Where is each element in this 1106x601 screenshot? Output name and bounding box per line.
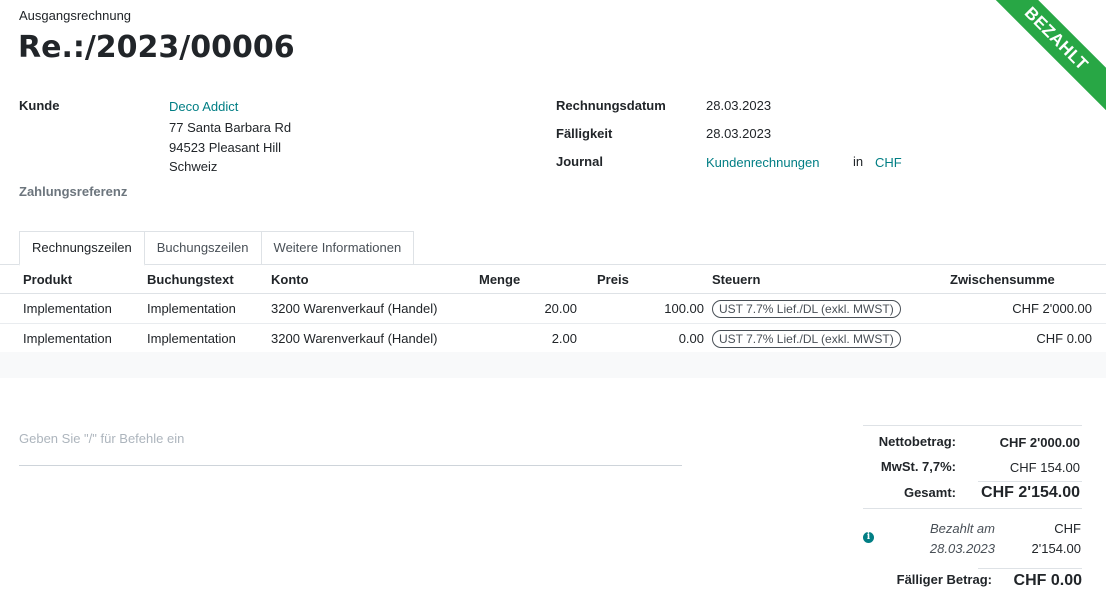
terms-note-input[interactable]: Geben Sie "/" für Befehle ein xyxy=(19,431,184,446)
invoice-date-value[interactable]: 28.03.2023 xyxy=(706,98,771,113)
column-header-taxes[interactable]: Steuern xyxy=(708,265,946,294)
cell-label: Implementation xyxy=(143,323,267,354)
column-header-subtotal[interactable]: Zwischensumme xyxy=(946,265,1106,294)
cell-product: Implementation xyxy=(0,293,143,324)
net-amount-value: CHF 2'000.00 xyxy=(999,435,1080,450)
add-line-area[interactable] xyxy=(0,352,1106,378)
tab-other-info[interactable]: Weitere Informationen xyxy=(260,231,415,264)
cell-label: Implementation xyxy=(143,293,267,324)
tax-tag: UST 7.7% Lief./DL (exkl. MWST) xyxy=(712,329,901,348)
status-ribbon-label: BEZAHLT xyxy=(974,0,1106,110)
journal-label: Journal xyxy=(556,154,603,169)
cell-taxes: UST 7.7% Lief./DL (exkl. MWST) xyxy=(708,293,946,324)
tax-tag: UST 7.7% Lief./DL (exkl. MWST) xyxy=(712,299,901,318)
cell-subtotal: CHF 2'000.00 xyxy=(946,293,1106,324)
address-line-1: 77 Santa Barbara Rd xyxy=(169,120,292,135)
total-divider xyxy=(978,481,1082,482)
currency-link[interactable]: CHF xyxy=(875,155,902,170)
due-divider xyxy=(978,568,1082,569)
table-header-row: Produkt Buchungstext Konto Menge Preis S… xyxy=(0,265,1106,294)
journal-link[interactable]: Kundenrechnungen xyxy=(706,155,820,170)
document-type: Ausgangsrechnung xyxy=(19,8,132,23)
paid-amount: 2'154.00 xyxy=(1031,541,1081,556)
column-header-account[interactable]: Konto xyxy=(267,265,475,294)
net-amount-label: Nettobetrag: xyxy=(878,434,956,449)
tab-bar: Rechnungszeilen Buchungszeilen Weitere I… xyxy=(19,231,415,266)
payment-info-icon[interactable]: i xyxy=(863,532,874,543)
total-label: Gesamt: xyxy=(903,485,956,500)
payment-reference-label: Zahlungsreferenz xyxy=(19,184,128,199)
tax-amount-label: MwSt. 7,7%: xyxy=(880,459,956,474)
customer-link[interactable]: Deco Addict xyxy=(169,99,238,114)
in-label: in xyxy=(853,154,864,169)
column-header-product[interactable]: Produkt xyxy=(0,265,143,294)
address-line-3: Schweiz xyxy=(169,159,218,174)
column-header-price[interactable]: Preis xyxy=(593,265,708,294)
table-row[interactable]: Implementation Implementation 3200 Waren… xyxy=(0,323,1106,354)
tab-journal-items[interactable]: Buchungszeilen xyxy=(143,231,262,264)
note-underline xyxy=(19,465,682,466)
due-date-label: Fälligkeit xyxy=(556,126,613,141)
cell-price: 0.00 xyxy=(593,323,708,354)
cell-product: Implementation xyxy=(0,323,143,354)
cell-account: 3200 Warenverkauf (Handel) xyxy=(267,323,475,354)
cell-quantity: 20.00 xyxy=(475,293,593,324)
due-date-value[interactable]: 28.03.2023 xyxy=(706,126,771,141)
status-ribbon: BEZAHLT xyxy=(966,0,1106,110)
column-header-quantity[interactable]: Menge xyxy=(475,265,593,294)
invoice-date-label: Rechnungsdatum xyxy=(556,98,666,113)
page-title: Re.:/2023/00006 xyxy=(18,30,295,65)
tax-amount-value: CHF 154.00 xyxy=(1009,460,1080,475)
total-value: CHF 2'154.00 xyxy=(981,484,1080,501)
amount-due-label: Fälliger Betrag: xyxy=(896,572,992,587)
cell-account: 3200 Warenverkauf (Handel) xyxy=(267,293,475,324)
tab-invoice-lines[interactable]: Rechnungszeilen xyxy=(19,231,145,266)
cell-price: 100.00 xyxy=(593,293,708,324)
table-row[interactable]: Implementation Implementation 3200 Waren… xyxy=(0,293,1106,324)
customer-label: Kunde xyxy=(19,98,60,113)
invoice-lines-table: Produkt Buchungstext Konto Menge Preis S… xyxy=(0,265,1106,354)
amount-due-value: CHF 0.00 xyxy=(1013,572,1082,589)
cell-quantity: 2.00 xyxy=(475,323,593,354)
column-header-label[interactable]: Buchungstext xyxy=(143,265,267,294)
cell-subtotal: CHF 0.00 xyxy=(946,323,1106,354)
paid-currency: CHF xyxy=(1054,521,1081,536)
paid-on-label: Bezahlt am xyxy=(929,521,995,536)
totals-mid-divider xyxy=(863,508,1082,509)
paid-on-date: 28.03.2023 xyxy=(929,541,995,556)
cell-taxes: UST 7.7% Lief./DL (exkl. MWST) xyxy=(708,323,946,354)
totals-top-divider xyxy=(863,425,1082,426)
address-line-2: 94523 Pleasant Hill xyxy=(169,140,282,155)
